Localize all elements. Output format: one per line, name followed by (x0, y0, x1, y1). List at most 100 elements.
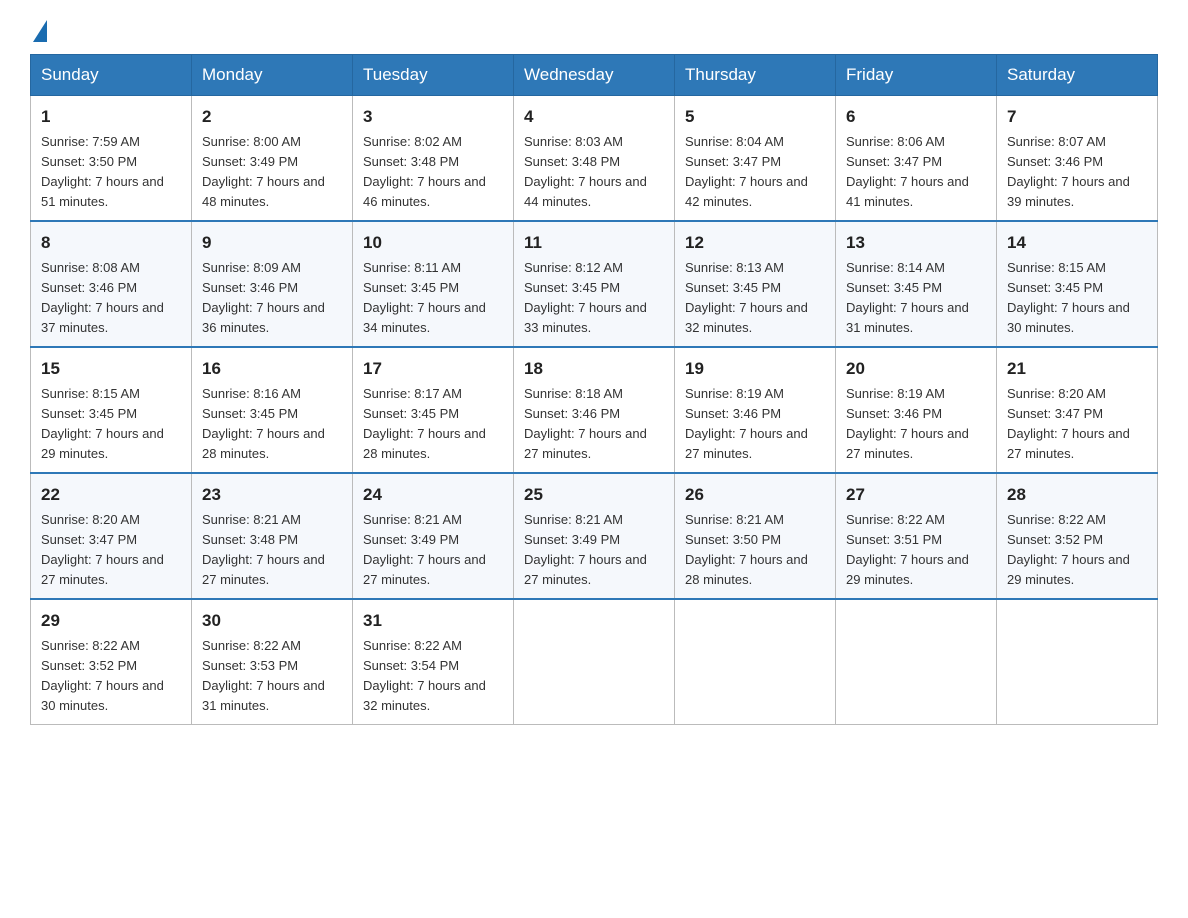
calendar-day-cell: 2Sunrise: 8:00 AMSunset: 3:49 PMDaylight… (192, 96, 353, 222)
calendar-day-cell: 11Sunrise: 8:12 AMSunset: 3:45 PMDayligh… (514, 221, 675, 347)
day-info: Sunrise: 8:19 AMSunset: 3:46 PMDaylight:… (846, 384, 986, 465)
day-info: Sunrise: 8:20 AMSunset: 3:47 PMDaylight:… (41, 510, 181, 591)
calendar-day-cell: 29Sunrise: 8:22 AMSunset: 3:52 PMDayligh… (31, 599, 192, 725)
day-info: Sunrise: 8:13 AMSunset: 3:45 PMDaylight:… (685, 258, 825, 339)
calendar-day-cell: 20Sunrise: 8:19 AMSunset: 3:46 PMDayligh… (836, 347, 997, 473)
day-info: Sunrise: 8:06 AMSunset: 3:47 PMDaylight:… (846, 132, 986, 213)
calendar-week-row: 29Sunrise: 8:22 AMSunset: 3:52 PMDayligh… (31, 599, 1158, 725)
calendar-day-cell: 10Sunrise: 8:11 AMSunset: 3:45 PMDayligh… (353, 221, 514, 347)
day-number: 24 (363, 482, 503, 508)
day-info: Sunrise: 8:15 AMSunset: 3:45 PMDaylight:… (1007, 258, 1147, 339)
day-info: Sunrise: 8:20 AMSunset: 3:47 PMDaylight:… (1007, 384, 1147, 465)
calendar-day-cell: 31Sunrise: 8:22 AMSunset: 3:54 PMDayligh… (353, 599, 514, 725)
day-info: Sunrise: 8:04 AMSunset: 3:47 PMDaylight:… (685, 132, 825, 213)
logo (30, 20, 47, 36)
day-info: Sunrise: 8:12 AMSunset: 3:45 PMDaylight:… (524, 258, 664, 339)
calendar-week-row: 8Sunrise: 8:08 AMSunset: 3:46 PMDaylight… (31, 221, 1158, 347)
day-number: 25 (524, 482, 664, 508)
day-info: Sunrise: 8:22 AMSunset: 3:51 PMDaylight:… (846, 510, 986, 591)
day-of-week-header: Saturday (997, 55, 1158, 96)
day-number: 23 (202, 482, 342, 508)
calendar-day-cell: 25Sunrise: 8:21 AMSunset: 3:49 PMDayligh… (514, 473, 675, 599)
calendar-day-cell: 26Sunrise: 8:21 AMSunset: 3:50 PMDayligh… (675, 473, 836, 599)
day-of-week-header: Sunday (31, 55, 192, 96)
day-number: 19 (685, 356, 825, 382)
day-info: Sunrise: 8:17 AMSunset: 3:45 PMDaylight:… (363, 384, 503, 465)
calendar-header-row: SundayMondayTuesdayWednesdayThursdayFrid… (31, 55, 1158, 96)
day-info: Sunrise: 8:00 AMSunset: 3:49 PMDaylight:… (202, 132, 342, 213)
day-info: Sunrise: 8:07 AMSunset: 3:46 PMDaylight:… (1007, 132, 1147, 213)
calendar-day-cell: 22Sunrise: 8:20 AMSunset: 3:47 PMDayligh… (31, 473, 192, 599)
day-of-week-header: Friday (836, 55, 997, 96)
day-info: Sunrise: 8:15 AMSunset: 3:45 PMDaylight:… (41, 384, 181, 465)
day-info: Sunrise: 8:09 AMSunset: 3:46 PMDaylight:… (202, 258, 342, 339)
day-number: 2 (202, 104, 342, 130)
day-number: 10 (363, 230, 503, 256)
calendar-week-row: 22Sunrise: 8:20 AMSunset: 3:47 PMDayligh… (31, 473, 1158, 599)
day-number: 3 (363, 104, 503, 130)
calendar-week-row: 15Sunrise: 8:15 AMSunset: 3:45 PMDayligh… (31, 347, 1158, 473)
calendar-day-cell: 14Sunrise: 8:15 AMSunset: 3:45 PMDayligh… (997, 221, 1158, 347)
calendar-table: SundayMondayTuesdayWednesdayThursdayFrid… (30, 54, 1158, 725)
calendar-day-cell: 12Sunrise: 8:13 AMSunset: 3:45 PMDayligh… (675, 221, 836, 347)
day-info: Sunrise: 8:21 AMSunset: 3:49 PMDaylight:… (524, 510, 664, 591)
calendar-day-cell: 5Sunrise: 8:04 AMSunset: 3:47 PMDaylight… (675, 96, 836, 222)
day-info: Sunrise: 8:21 AMSunset: 3:49 PMDaylight:… (363, 510, 503, 591)
day-info: Sunrise: 8:22 AMSunset: 3:54 PMDaylight:… (363, 636, 503, 717)
day-info: Sunrise: 8:08 AMSunset: 3:46 PMDaylight:… (41, 258, 181, 339)
day-info: Sunrise: 8:18 AMSunset: 3:46 PMDaylight:… (524, 384, 664, 465)
day-number: 26 (685, 482, 825, 508)
day-number: 9 (202, 230, 342, 256)
logo-triangle-icon (33, 20, 47, 42)
day-info: Sunrise: 8:22 AMSunset: 3:52 PMDaylight:… (41, 636, 181, 717)
calendar-day-cell: 8Sunrise: 8:08 AMSunset: 3:46 PMDaylight… (31, 221, 192, 347)
calendar-day-cell (675, 599, 836, 725)
day-of-week-header: Tuesday (353, 55, 514, 96)
calendar-day-cell: 30Sunrise: 8:22 AMSunset: 3:53 PMDayligh… (192, 599, 353, 725)
day-number: 27 (846, 482, 986, 508)
day-of-week-header: Thursday (675, 55, 836, 96)
calendar-day-cell: 23Sunrise: 8:21 AMSunset: 3:48 PMDayligh… (192, 473, 353, 599)
day-number: 4 (524, 104, 664, 130)
calendar-day-cell: 27Sunrise: 8:22 AMSunset: 3:51 PMDayligh… (836, 473, 997, 599)
day-number: 31 (363, 608, 503, 634)
calendar-day-cell: 4Sunrise: 8:03 AMSunset: 3:48 PMDaylight… (514, 96, 675, 222)
day-number: 20 (846, 356, 986, 382)
day-info: Sunrise: 8:14 AMSunset: 3:45 PMDaylight:… (846, 258, 986, 339)
day-number: 14 (1007, 230, 1147, 256)
day-number: 8 (41, 230, 181, 256)
day-number: 12 (685, 230, 825, 256)
calendar-day-cell: 7Sunrise: 8:07 AMSunset: 3:46 PMDaylight… (997, 96, 1158, 222)
day-info: Sunrise: 8:16 AMSunset: 3:45 PMDaylight:… (202, 384, 342, 465)
calendar-day-cell: 17Sunrise: 8:17 AMSunset: 3:45 PMDayligh… (353, 347, 514, 473)
calendar-day-cell: 3Sunrise: 8:02 AMSunset: 3:48 PMDaylight… (353, 96, 514, 222)
calendar-day-cell: 15Sunrise: 8:15 AMSunset: 3:45 PMDayligh… (31, 347, 192, 473)
day-number: 15 (41, 356, 181, 382)
day-info: Sunrise: 8:11 AMSunset: 3:45 PMDaylight:… (363, 258, 503, 339)
calendar-day-cell: 1Sunrise: 7:59 AMSunset: 3:50 PMDaylight… (31, 96, 192, 222)
day-number: 30 (202, 608, 342, 634)
day-of-week-header: Wednesday (514, 55, 675, 96)
calendar-day-cell: 9Sunrise: 8:09 AMSunset: 3:46 PMDaylight… (192, 221, 353, 347)
calendar-day-cell: 6Sunrise: 8:06 AMSunset: 3:47 PMDaylight… (836, 96, 997, 222)
calendar-day-cell: 13Sunrise: 8:14 AMSunset: 3:45 PMDayligh… (836, 221, 997, 347)
day-info: Sunrise: 8:19 AMSunset: 3:46 PMDaylight:… (685, 384, 825, 465)
calendar-week-row: 1Sunrise: 7:59 AMSunset: 3:50 PMDaylight… (31, 96, 1158, 222)
day-number: 5 (685, 104, 825, 130)
day-info: Sunrise: 8:03 AMSunset: 3:48 PMDaylight:… (524, 132, 664, 213)
day-info: Sunrise: 8:21 AMSunset: 3:48 PMDaylight:… (202, 510, 342, 591)
day-number: 17 (363, 356, 503, 382)
day-number: 29 (41, 608, 181, 634)
day-number: 6 (846, 104, 986, 130)
day-number: 18 (524, 356, 664, 382)
day-of-week-header: Monday (192, 55, 353, 96)
day-info: Sunrise: 7:59 AMSunset: 3:50 PMDaylight:… (41, 132, 181, 213)
calendar-day-cell (836, 599, 997, 725)
calendar-day-cell (514, 599, 675, 725)
calendar-day-cell: 28Sunrise: 8:22 AMSunset: 3:52 PMDayligh… (997, 473, 1158, 599)
day-info: Sunrise: 8:22 AMSunset: 3:53 PMDaylight:… (202, 636, 342, 717)
day-number: 22 (41, 482, 181, 508)
calendar-day-cell: 21Sunrise: 8:20 AMSunset: 3:47 PMDayligh… (997, 347, 1158, 473)
calendar-day-cell: 18Sunrise: 8:18 AMSunset: 3:46 PMDayligh… (514, 347, 675, 473)
day-info: Sunrise: 8:21 AMSunset: 3:50 PMDaylight:… (685, 510, 825, 591)
